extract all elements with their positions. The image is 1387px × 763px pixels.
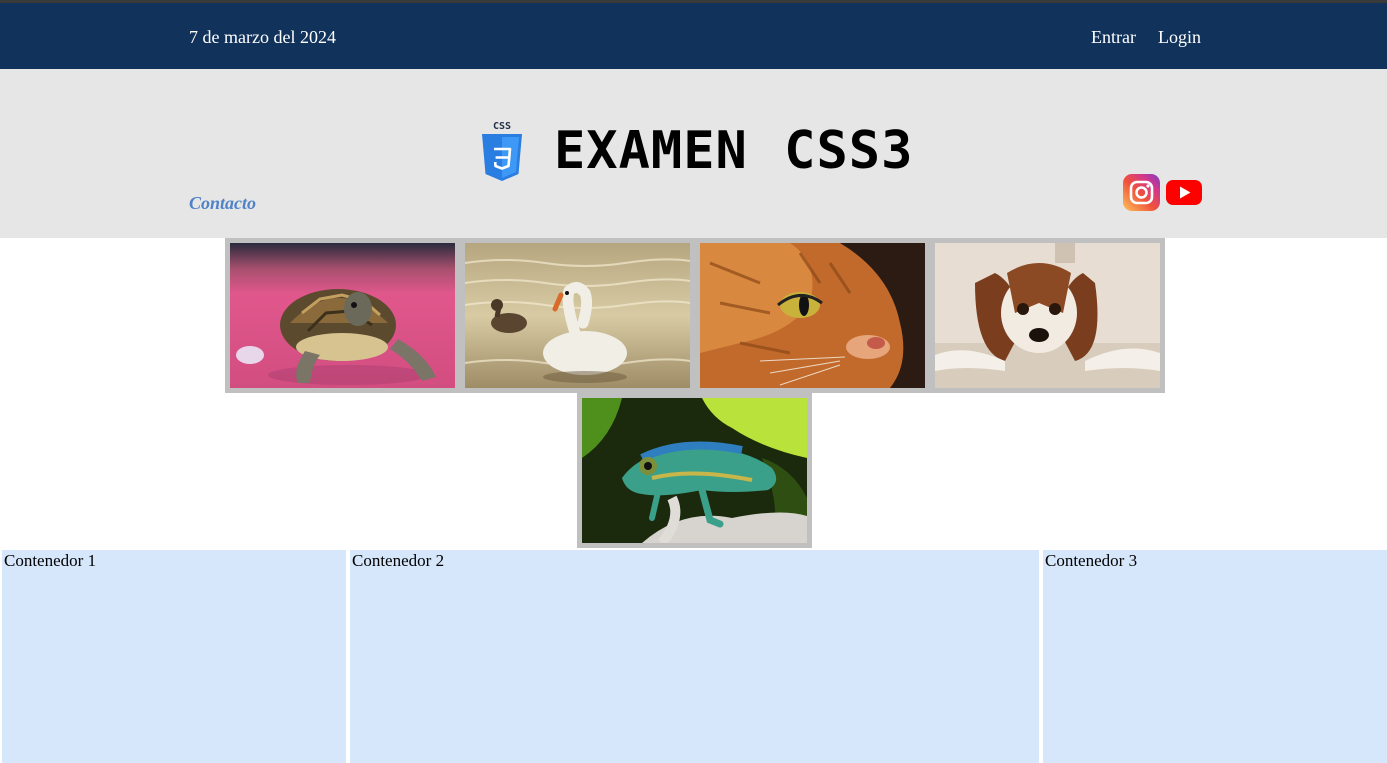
turtle-photo xyxy=(230,243,455,388)
page-title: EXAMEN CSS3 xyxy=(554,121,914,181)
header: CSS EXAMEN CSS3 Contacto xyxy=(0,69,1387,238)
contenedor-1: Contenedor 1 xyxy=(2,550,346,763)
date-label: 7 de marzo del 2024 xyxy=(189,27,336,47)
instagram-icon[interactable] xyxy=(1123,174,1160,211)
cat-photo xyxy=(700,243,925,388)
chameleon-photo xyxy=(582,398,807,543)
contenedor-3-label: Contenedor 3 xyxy=(1045,551,1138,570)
gallery-row-2 xyxy=(577,393,812,548)
contenedor-3: Contenedor 3 xyxy=(1043,550,1387,763)
swan-photo xyxy=(465,243,690,388)
css3-logo-icon: CSS xyxy=(482,121,522,181)
contenedor-2-label: Contenedor 2 xyxy=(352,551,445,570)
contenedor-1-label: Contenedor 1 xyxy=(4,551,97,570)
gallery-row-1 xyxy=(225,238,1165,393)
svg-text:CSS: CSS xyxy=(493,121,511,132)
social-links xyxy=(1123,174,1203,211)
dog-photo xyxy=(935,243,1160,388)
contenedor-2: Contenedor 2 xyxy=(350,550,1039,763)
top-bar: 7 de marzo del 2024 Entrar Login xyxy=(0,3,1387,69)
top-nav: Entrar Login xyxy=(1091,27,1201,48)
site-logo: CSS EXAMEN CSS3 xyxy=(480,120,913,182)
youtube-icon[interactable] xyxy=(1165,174,1203,211)
nav-entrar-link[interactable]: Entrar xyxy=(1091,27,1136,48)
contacto-link[interactable]: Contacto xyxy=(189,193,256,214)
nav-login-link[interactable]: Login xyxy=(1158,27,1201,48)
